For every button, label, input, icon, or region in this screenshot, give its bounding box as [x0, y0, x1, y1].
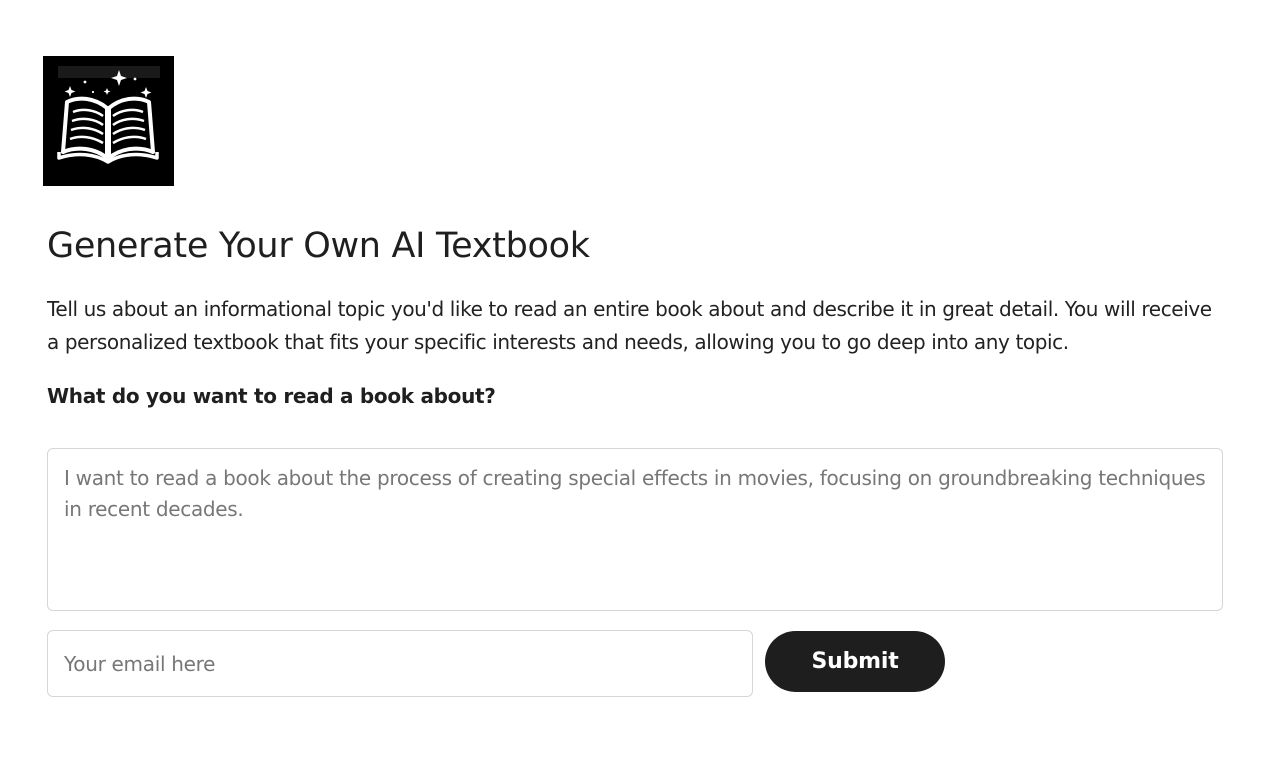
topic-question-label: What do you want to read a book about? — [47, 384, 496, 408]
page-title: Generate Your Own AI Textbook — [47, 226, 590, 266]
page-description: Tell us about an informational topic you… — [47, 297, 1212, 354]
topic-description-textarea[interactable] — [47, 448, 1223, 611]
email-input[interactable] — [47, 630, 753, 697]
submit-button[interactable]: Submit — [765, 631, 945, 692]
open-book-with-sparkles-icon — [43, 56, 174, 186]
app-logo — [43, 56, 174, 186]
